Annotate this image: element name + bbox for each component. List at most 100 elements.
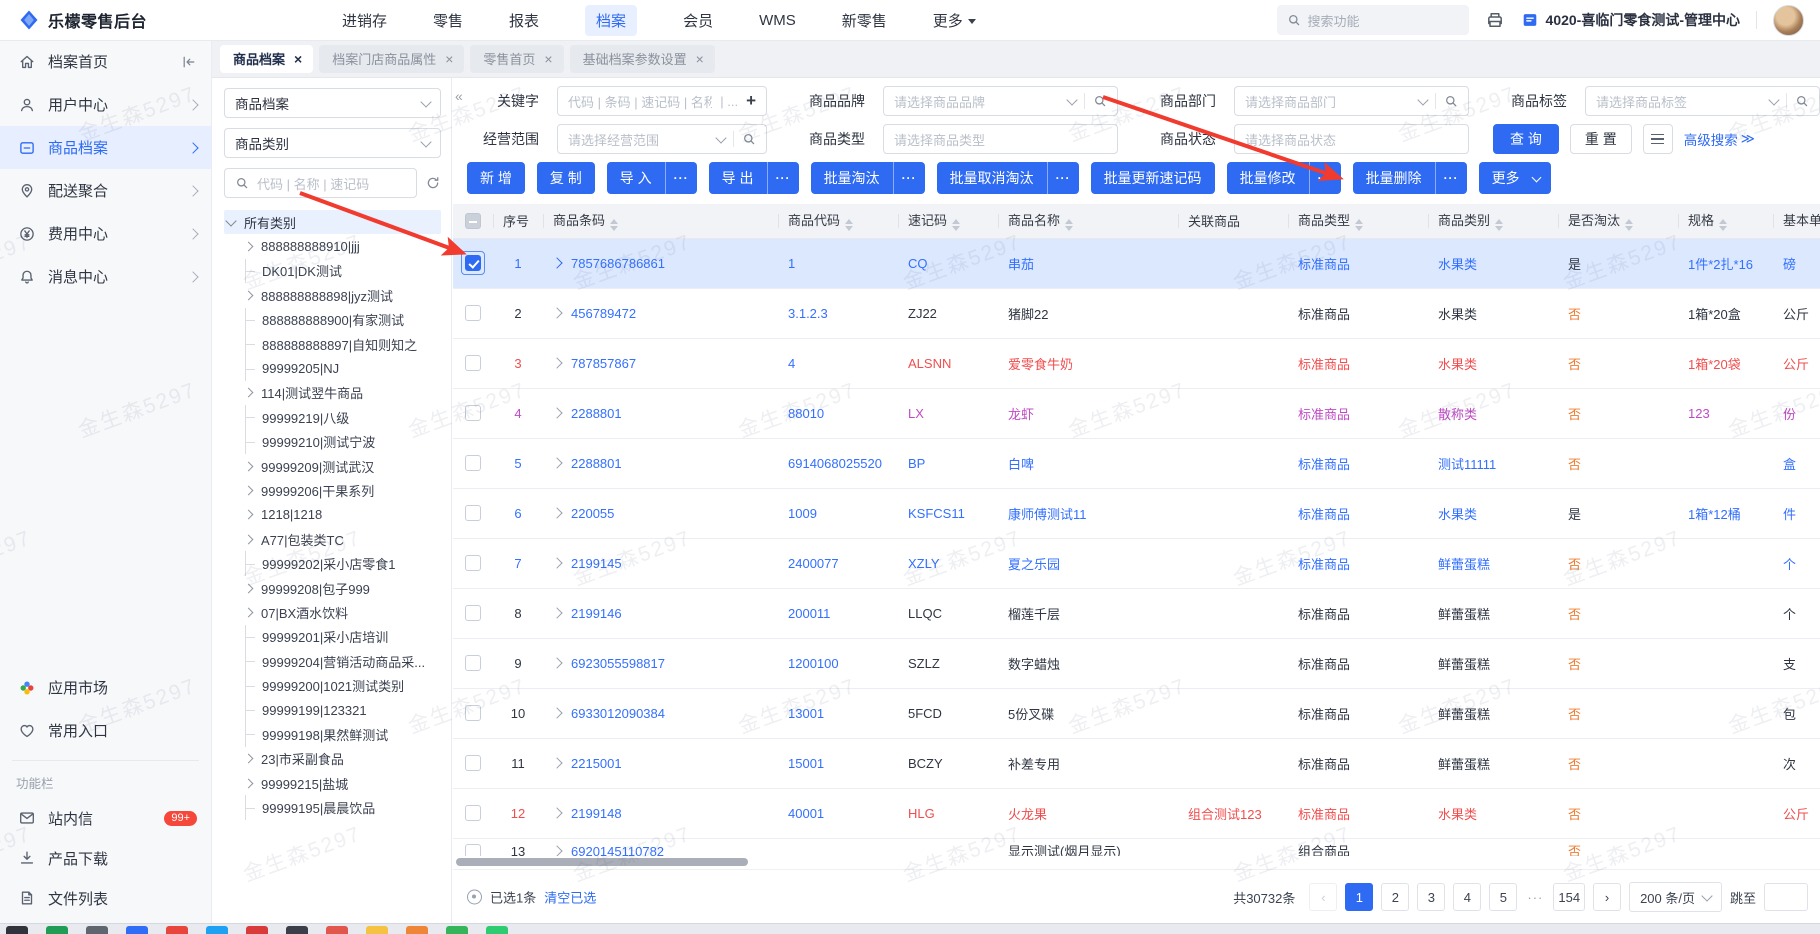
product-code-link[interactable]: 40001 — [788, 806, 824, 821]
advanced-search-link[interactable]: 高级搜索 ≫ — [1684, 129, 1755, 149]
jump-page-input[interactable] — [1764, 883, 1808, 911]
tree-item-14[interactable]: 99999202|采小店零食1 — [224, 551, 441, 576]
barcode-link[interactable]: 2288801 — [571, 456, 622, 471]
table-row[interactable]: 5 2288801 6914068025520 BP 白啤 标准商品 测试11111 否 盒 — [453, 438, 1820, 489]
tree-item-1[interactable]: 888888888910|jjj — [224, 234, 441, 258]
chevron-right-icon[interactable] — [243, 290, 254, 301]
taskbar-icon[interactable] — [126, 926, 148, 934]
taskbar-icon[interactable] — [406, 926, 428, 934]
expand-row-icon[interactable] — [551, 606, 563, 619]
table-row[interactable]: 3 787857867 4 ALSNN 爱零食牛奶 标准商品 水果类否 1箱*20袋 公斤 — [453, 338, 1820, 389]
row-checkbox[interactable] — [465, 305, 481, 322]
tree-item-16[interactable]: 07|BX酒水饮料 — [224, 600, 441, 624]
product-code-link[interactable]: 1 — [788, 256, 795, 271]
next-page-button[interactable]: › — [1593, 883, 1622, 911]
product-code-link[interactable]: 88010 — [788, 406, 824, 421]
row-checkbox[interactable] — [465, 755, 481, 772]
table-row[interactable]: 11 2215001 15001 BCZY 补差专用 标准商品 鲜蕾蛋糕否 次 — [453, 738, 1820, 789]
more-options-icon[interactable]: ··· — [892, 162, 925, 194]
table-row[interactable]: 12 2199148 40001 HLG 火龙果 组合测试123 标准商品 水果类否 公斤 — [453, 788, 1820, 839]
tree-item-15[interactable]: 99999208|包子999 — [224, 576, 441, 600]
row-checkbox[interactable] — [465, 405, 481, 422]
tree-item-0[interactable]: 所有类别 — [224, 210, 441, 235]
sort-icon[interactable] — [1495, 219, 1504, 232]
barcode-link[interactable]: 6923055598817 — [571, 656, 665, 671]
product-code-link[interactable]: 13001 — [788, 706, 824, 721]
page-button-1[interactable]: 1 — [1345, 883, 1374, 911]
query-button[interactable]: 查 询 — [1493, 124, 1559, 154]
product-code-link[interactable]: 4 — [788, 356, 795, 371]
search-icon[interactable] — [1093, 94, 1107, 108]
table-row[interactable]: 1 7857686786861 1 CQ 串茄 标准商品 水果类是 1件*2扎*16 磅 — [453, 238, 1820, 289]
row-checkbox[interactable] — [465, 355, 481, 372]
search-icon[interactable] — [1795, 94, 1809, 108]
nav-item-2[interactable]: 报表 — [509, 10, 539, 31]
expand-row-icon[interactable] — [551, 306, 563, 319]
sort-icon[interactable] — [1719, 219, 1728, 232]
tree-item-13[interactable]: A77|包装类TC — [224, 527, 441, 551]
expand-row-icon[interactable] — [551, 406, 563, 419]
tree-item-19[interactable]: 99999200|1021测试类别 — [224, 673, 441, 698]
add-keyword-icon[interactable]: + — [746, 91, 756, 111]
barcode-link[interactable]: 6933012090384 — [571, 706, 665, 721]
status-select[interactable]: 请选择商品状态 — [1234, 124, 1469, 154]
category-mode-select[interactable]: 商品类别 — [224, 128, 441, 158]
page-button-3[interactable]: 3 — [1417, 883, 1446, 911]
expand-row-icon[interactable] — [551, 844, 563, 856]
product-code-link[interactable]: 2400077 — [788, 556, 839, 571]
sort-icon[interactable] — [952, 219, 961, 232]
action-button-7[interactable]: 批量修改 ··· — [1226, 162, 1341, 194]
taskbar-icon[interactable] — [286, 926, 308, 934]
sidebar-tool-2[interactable]: 文件列表 — [0, 878, 211, 918]
barcode-link[interactable]: 456789472 — [571, 306, 636, 321]
page-button-2[interactable]: 2 — [1381, 883, 1410, 911]
product-code-link[interactable]: 1200100 — [788, 656, 839, 671]
barcode-link[interactable]: 2215001 — [571, 756, 622, 771]
global-search-input[interactable]: 搜索功能 — [1276, 5, 1469, 35]
chevron-right-icon[interactable] — [243, 778, 254, 789]
product-code-link[interactable]: 1009 — [788, 506, 817, 521]
row-checkbox[interactable] — [465, 655, 481, 672]
tab-close-icon[interactable]: × — [294, 52, 302, 66]
tree-item-21[interactable]: 99999198|果然鲜测试 — [224, 722, 441, 747]
expand-row-icon[interactable] — [551, 556, 563, 569]
taskbar-icon[interactable] — [326, 926, 348, 934]
barcode-link[interactable]: 220055 — [571, 506, 614, 521]
tree-item-9[interactable]: 99999210|测试宁波 — [224, 429, 441, 454]
tree-item-2[interactable]: DK01|DK测试 — [224, 258, 441, 284]
more-options-icon[interactable]: ··· — [1434, 162, 1467, 194]
scrollbar-thumb[interactable] — [456, 858, 748, 866]
row-checkbox[interactable] — [465, 605, 481, 622]
action-button-5[interactable]: 批量取消淘汰 ··· — [936, 162, 1079, 194]
sidebar-item-1[interactable]: 用户中心 — [0, 83, 211, 126]
search-icon[interactable] — [742, 132, 756, 146]
chevron-right-icon[interactable] — [243, 509, 254, 520]
reset-button[interactable]: 重 置 — [1569, 124, 1632, 154]
nav-item-0[interactable]: 进销存 — [342, 10, 387, 31]
more-options-icon[interactable]: ··· — [1308, 162, 1341, 194]
row-checkbox[interactable] — [465, 805, 481, 822]
table-row[interactable]: 8 2199146 200011 LLQC 榴莲千层 标准商品 鲜蕾蛋糕否 个 — [453, 588, 1820, 639]
sort-icon[interactable] — [845, 219, 854, 232]
product-code-link[interactable]: 15001 — [788, 756, 824, 771]
taskbar-icon[interactable] — [486, 926, 508, 934]
tree-item-4[interactable]: 888888888900|有家测试 — [224, 307, 441, 332]
taskbar-icon[interactable] — [206, 926, 228, 934]
sidebar-item-0[interactable]: 档案首页 — [0, 40, 211, 83]
archive-type-select[interactable]: 商品档案 — [224, 88, 441, 118]
user-avatar[interactable] — [1773, 4, 1804, 36]
tree-item-3[interactable]: 888888888898|jyz测试 — [224, 283, 441, 307]
taskbar-icon[interactable] — [86, 926, 108, 934]
taskbar-icon[interactable] — [446, 926, 468, 934]
expand-row-icon[interactable] — [551, 656, 563, 669]
action-button-1[interactable]: 复 制 — [536, 162, 595, 194]
page-button-5[interactable]: 5 — [1489, 883, 1518, 911]
panel-collapse-icon[interactable]: « — [455, 88, 463, 104]
printer-icon[interactable] — [1485, 10, 1505, 30]
barcode-link[interactable]: 2199145 — [571, 556, 622, 571]
page-button-4[interactable]: 4 — [1453, 883, 1482, 911]
tree-item-23[interactable]: 99999215|盐城 — [224, 771, 441, 795]
sidebar-extra-1[interactable]: 常用入口 — [0, 709, 211, 752]
tab-close-icon[interactable]: × — [445, 52, 453, 66]
chevron-down-icon[interactable] — [225, 215, 237, 227]
